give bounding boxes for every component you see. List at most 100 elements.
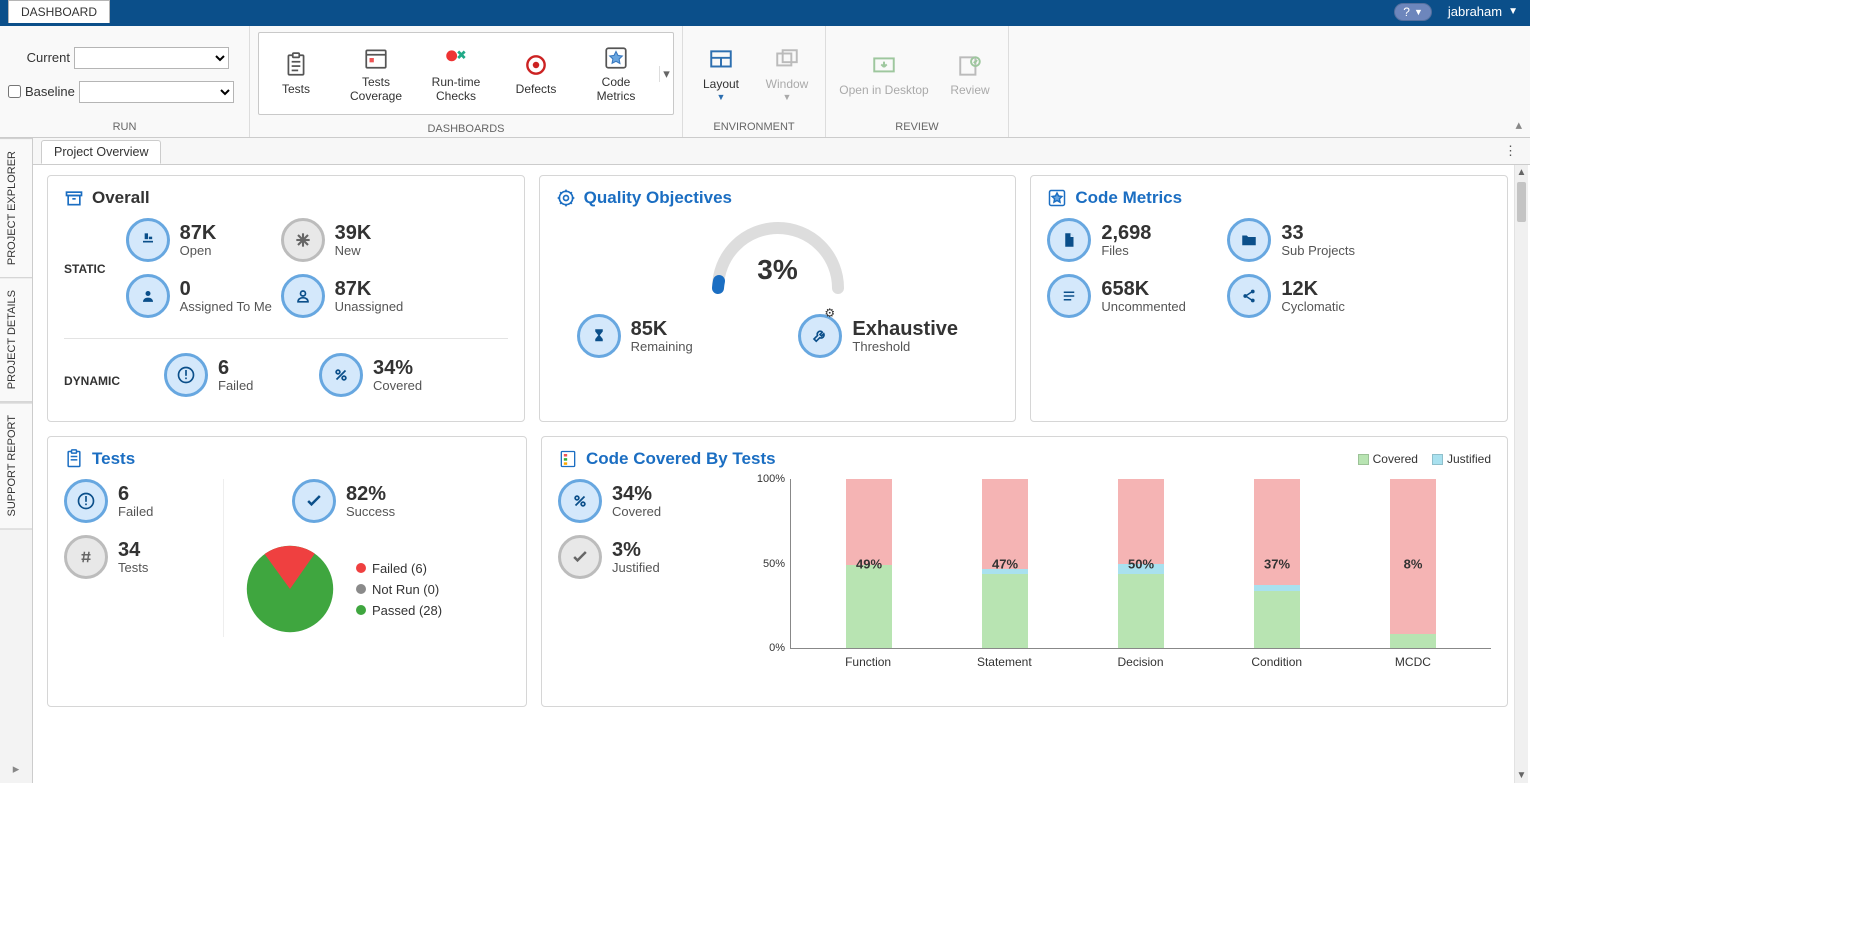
runtime-icon	[442, 44, 470, 72]
window-button[interactable]: Window ▼	[757, 42, 817, 106]
ribbon-collapse-handle[interactable]: ▴	[1507, 113, 1530, 137]
open-desktop-button[interactable]: Open in Desktop	[834, 48, 934, 102]
tests-title[interactable]: Tests	[92, 449, 135, 469]
threshold-label: Threshold	[852, 339, 958, 354]
cov-justified-value: 3%	[612, 540, 660, 560]
legend-failed: Failed (6)	[356, 561, 442, 576]
baseline-checkbox[interactable]	[8, 85, 21, 98]
help-button[interactable]: ? ▼	[1394, 3, 1432, 21]
files-label: Files	[1101, 243, 1151, 258]
files-value: 2,698	[1101, 223, 1151, 243]
defects-icon	[522, 51, 550, 79]
legend-justified: Justified	[1432, 452, 1491, 466]
hash-icon	[64, 535, 108, 579]
tests-button[interactable]: Tests	[259, 47, 333, 101]
vertical-scrollbar[interactable]: ▲ ▼	[1514, 165, 1528, 783]
unassigned-value: 87K	[335, 279, 404, 299]
code-metrics-button[interactable]: Code Metrics	[579, 40, 653, 108]
tests-count-label: Tests	[118, 560, 148, 575]
xlabel: Function	[800, 655, 936, 669]
bar-decision: 50%	[1073, 479, 1209, 648]
current-label: Current	[8, 50, 70, 65]
uncommented-value: 658K	[1101, 279, 1186, 299]
legend-notrun: Not Run (0)	[356, 582, 442, 597]
current-select[interactable]	[74, 47, 229, 69]
card-code-metrics: Code Metrics 2,698Files 33Sub Projects 6…	[1030, 175, 1508, 422]
cyclomatic-value: 12K	[1281, 279, 1345, 299]
card-quality-objectives: Quality Objectives 3% 85KRemaining ⚙Exha…	[539, 175, 1017, 422]
assigned-label: Assigned To Me	[180, 299, 272, 314]
scroll-thumb[interactable]	[1517, 182, 1526, 222]
quality-gauge: 3%	[703, 218, 853, 296]
environment-group-label: ENVIRONMENT	[691, 119, 817, 135]
tests-failed-label: Failed	[118, 504, 153, 519]
hourglass-icon	[577, 314, 621, 358]
baseline-label: Baseline	[25, 84, 75, 99]
calendar-icon	[362, 44, 390, 72]
defects-button[interactable]: Defects	[499, 47, 573, 101]
wrench-icon	[798, 314, 842, 358]
tests-failed-value: 6	[118, 484, 153, 504]
covered-label: Covered	[373, 378, 422, 393]
legend-covered: Covered	[1358, 452, 1418, 466]
xlabel: Decision	[1072, 655, 1208, 669]
rail-expand-handle[interactable]: ▸	[0, 755, 32, 783]
gear-icon: ⚙	[824, 306, 835, 320]
alert-icon	[64, 479, 108, 523]
cov-covered-label: Covered	[612, 504, 661, 519]
download-icon	[870, 52, 898, 80]
dashboards-more-dropdown[interactable]: ▾	[659, 66, 673, 82]
content-kebab-menu[interactable]: ⋮	[1492, 143, 1530, 159]
help-icon: ?	[1403, 5, 1410, 19]
chevron-down-icon: ▼	[783, 92, 792, 102]
tests-coverage-button[interactable]: Tests Coverage	[339, 40, 413, 108]
coverage-bar-chart: 100% 50% 0% 49%47%50%37%8% FunctionState…	[748, 479, 1491, 694]
tab-dashboard[interactable]: DASHBOARD	[8, 0, 110, 23]
layout-icon	[707, 46, 735, 74]
remaining-value: 85K	[631, 319, 693, 339]
side-tab-project-explorer[interactable]: PROJECT EXPLORER	[0, 138, 32, 277]
card-code-covered: Code Covered By Tests Covered Justified …	[541, 436, 1508, 707]
runtime-checks-button[interactable]: Run-time Checks	[419, 40, 493, 108]
file-icon	[1047, 218, 1091, 262]
scroll-down-icon[interactable]: ▼	[1515, 768, 1528, 783]
success-value: 82%	[346, 484, 395, 504]
code-metrics-title[interactable]: Code Metrics	[1075, 188, 1182, 208]
clipboard-icon	[64, 449, 84, 469]
dashboards-group-label: DASHBOARDS	[254, 121, 678, 137]
star-icon	[602, 44, 630, 72]
review-button[interactable]: Review	[940, 48, 1000, 102]
scroll-up-icon[interactable]: ▲	[1515, 165, 1528, 180]
legend-passed: Passed (28)	[356, 603, 442, 618]
content-tab-project-overview[interactable]: Project Overview	[41, 140, 161, 164]
share-icon	[1227, 274, 1271, 318]
file-icon	[126, 218, 170, 262]
side-tab-support-report[interactable]: SUPPORT REPORT	[0, 402, 32, 529]
side-tab-project-details[interactable]: PROJECT DETAILS	[0, 277, 32, 402]
window-icon	[773, 46, 801, 74]
run-group-label: RUN	[8, 119, 241, 135]
open-value: 87K	[180, 223, 217, 243]
open-label: Open	[180, 243, 217, 258]
uncommented-label: Uncommented	[1101, 299, 1186, 314]
xlabel: Condition	[1209, 655, 1345, 669]
layout-button[interactable]: Layout ▼	[691, 42, 751, 106]
chevron-down-icon: ▼	[1414, 7, 1423, 17]
bar-condition: 37%	[1209, 479, 1345, 648]
star-badge-icon	[1047, 188, 1067, 208]
coverage-title[interactable]: Code Covered By Tests	[586, 449, 776, 469]
quality-title[interactable]: Quality Objectives	[584, 188, 732, 208]
xlabel: MCDC	[1345, 655, 1481, 669]
coverage-icon	[558, 449, 578, 469]
folder-icon	[1227, 218, 1271, 262]
xlabel: Statement	[936, 655, 1072, 669]
check-grey-icon	[558, 535, 602, 579]
clipboard-icon	[282, 51, 310, 79]
baseline-select[interactable]	[79, 81, 234, 103]
check-icon	[292, 479, 336, 523]
dynamic-label: DYNAMIC	[64, 374, 164, 388]
asterisk-icon	[281, 218, 325, 262]
user-menu[interactable]: jabraham ▼	[1440, 0, 1530, 23]
new-value: 39K	[335, 223, 372, 243]
lines-icon	[1047, 274, 1091, 318]
